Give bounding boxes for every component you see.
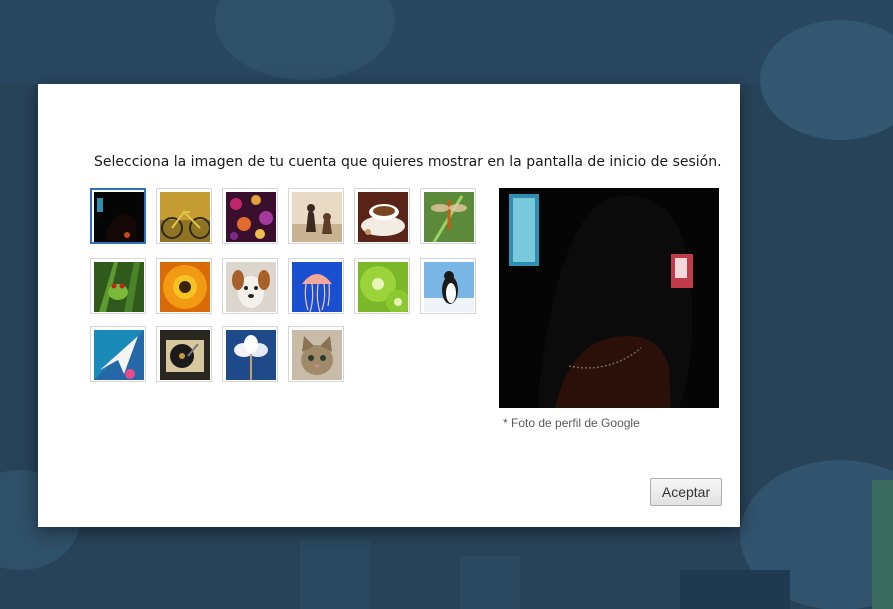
bicycle-icon bbox=[160, 192, 210, 242]
preview-caption: * Foto de perfil de Google bbox=[503, 416, 640, 430]
background-block bbox=[680, 570, 790, 609]
profile-photo-preview-image bbox=[499, 188, 719, 408]
paper-plane-icon bbox=[94, 330, 144, 380]
avatar-option-record-player[interactable] bbox=[156, 326, 212, 382]
background-block bbox=[460, 556, 520, 609]
orange-flower-icon bbox=[160, 262, 210, 312]
profile-photo-icon bbox=[94, 192, 144, 242]
record-player-icon bbox=[160, 330, 210, 380]
avatar-option-dragonfly[interactable] bbox=[420, 188, 476, 244]
avatar-option-kiwi[interactable] bbox=[354, 258, 410, 314]
white-flower-icon bbox=[226, 330, 276, 380]
dialog-prompt: Selecciona la imagen de tu cuenta que qu… bbox=[94, 154, 722, 170]
chess-pieces-icon bbox=[292, 192, 342, 242]
kitten-icon bbox=[292, 330, 342, 380]
accept-button[interactable]: Aceptar bbox=[650, 478, 722, 506]
account-picture-dialog: Selecciona la imagen de tu cuenta que qu… bbox=[38, 84, 740, 527]
frog-icon bbox=[94, 262, 144, 312]
penguin-icon bbox=[424, 262, 474, 312]
background-block bbox=[872, 480, 893, 609]
bokeh-lights-icon bbox=[226, 192, 276, 242]
dragonfly-icon bbox=[424, 192, 474, 242]
avatar-option-bokeh-lights[interactable] bbox=[222, 188, 278, 244]
avatar-option-paper-plane[interactable] bbox=[90, 326, 146, 382]
avatar-option-google-profile-photo[interactable] bbox=[90, 188, 146, 244]
avatar-option-chess-pieces[interactable] bbox=[288, 188, 344, 244]
puppy-icon bbox=[226, 262, 276, 312]
jellyfish-icon bbox=[292, 262, 342, 312]
avatar-option-kitten[interactable] bbox=[288, 326, 344, 382]
avatar-option-puppy[interactable] bbox=[222, 258, 278, 314]
background-band bbox=[0, 0, 893, 84]
selected-picture-preview bbox=[499, 188, 719, 408]
avatar-option-orange-flower[interactable] bbox=[156, 258, 212, 314]
avatar-option-bicycle[interactable] bbox=[156, 188, 212, 244]
avatar-option-penguin[interactable] bbox=[420, 258, 476, 314]
avatar-option-coffee-cup[interactable] bbox=[354, 188, 410, 244]
background-block bbox=[300, 540, 370, 609]
avatar-option-jellyfish[interactable] bbox=[288, 258, 344, 314]
coffee-cup-icon bbox=[358, 192, 408, 242]
kiwi-icon bbox=[358, 262, 408, 312]
avatar-option-white-flower[interactable] bbox=[222, 326, 278, 382]
avatar-option-frog[interactable] bbox=[90, 258, 146, 314]
